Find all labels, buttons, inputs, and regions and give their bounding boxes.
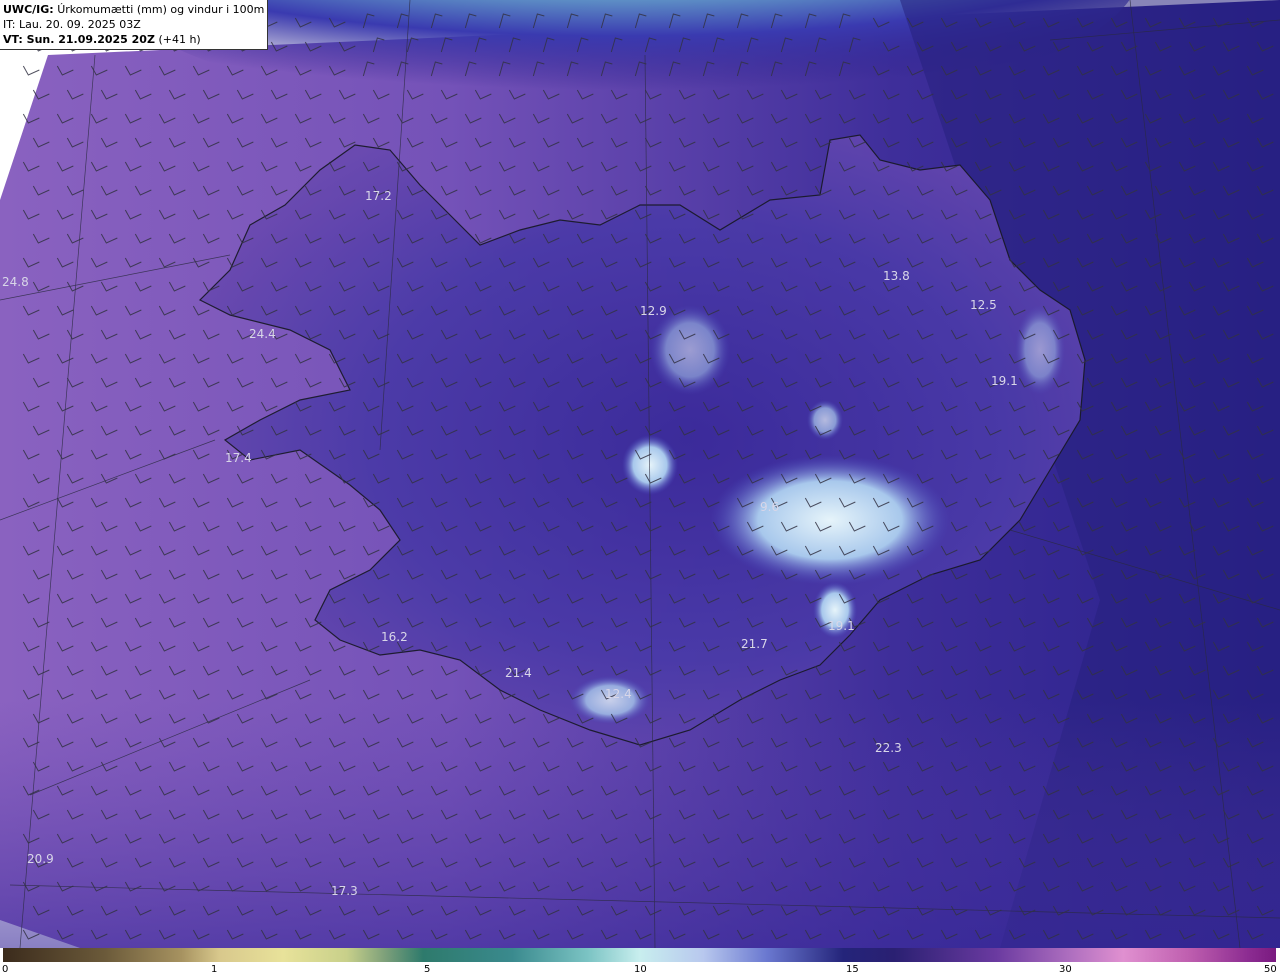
value-label: 12.4 xyxy=(605,687,632,701)
value-label: 12.5 xyxy=(970,298,997,312)
forecast-lead: (+41 h) xyxy=(158,33,201,46)
value-label: 13.8 xyxy=(883,269,910,283)
value-label: 19.1 xyxy=(828,619,855,633)
vatnajokull-glacier xyxy=(710,455,950,585)
colorbar-tick: 30 xyxy=(1059,964,1072,975)
value-label: 17.4 xyxy=(225,451,252,465)
value-label: 17.3 xyxy=(331,884,358,898)
colorbar-tick: 1 xyxy=(211,964,218,975)
value-label: 24.8 xyxy=(2,275,29,289)
value-label: 9.6 xyxy=(760,500,779,514)
product-prefix: UWC/IG: xyxy=(3,3,54,16)
colorbar: 0 1 5 10 15 30 50 xyxy=(0,948,1280,978)
value-label: 19.1 xyxy=(991,374,1018,388)
colorbar-tick: 5 xyxy=(424,964,431,975)
value-label: 17.2 xyxy=(365,189,392,203)
colorbar-tick: 10 xyxy=(634,964,647,975)
value-label: 21.7 xyxy=(741,637,768,651)
precipitable-water-map: 17.2 24.8 24.4 12.9 13.8 12.5 19.1 17.4 9.6 16.2 2… xyxy=(0,0,1280,948)
colorbar-gradient xyxy=(3,948,1276,962)
value-label: 22.3 xyxy=(875,741,902,755)
colorbar-tick: 15 xyxy=(846,964,859,975)
value-label: 20.9 xyxy=(27,852,54,866)
issue-time: IT: Lau. 20. 09. 2025 03Z xyxy=(3,18,141,31)
colorbar-tick: 0 xyxy=(2,964,9,975)
colorbar-tick: 50 xyxy=(1264,964,1277,975)
value-label: 16.2 xyxy=(381,630,408,644)
value-label: 21.4 xyxy=(505,666,532,680)
valid-time: VT: Sun. 21.09.2025 20Z xyxy=(3,33,155,46)
value-label: 12.9 xyxy=(640,304,667,318)
product-title: Úrkomumætti (mm) og vindur i 100m hæð xyxy=(57,3,267,16)
map-header: UWC/IG: Úrkomumætti (mm) og vindur i 100… xyxy=(0,0,268,50)
value-label: 24.4 xyxy=(249,327,276,341)
